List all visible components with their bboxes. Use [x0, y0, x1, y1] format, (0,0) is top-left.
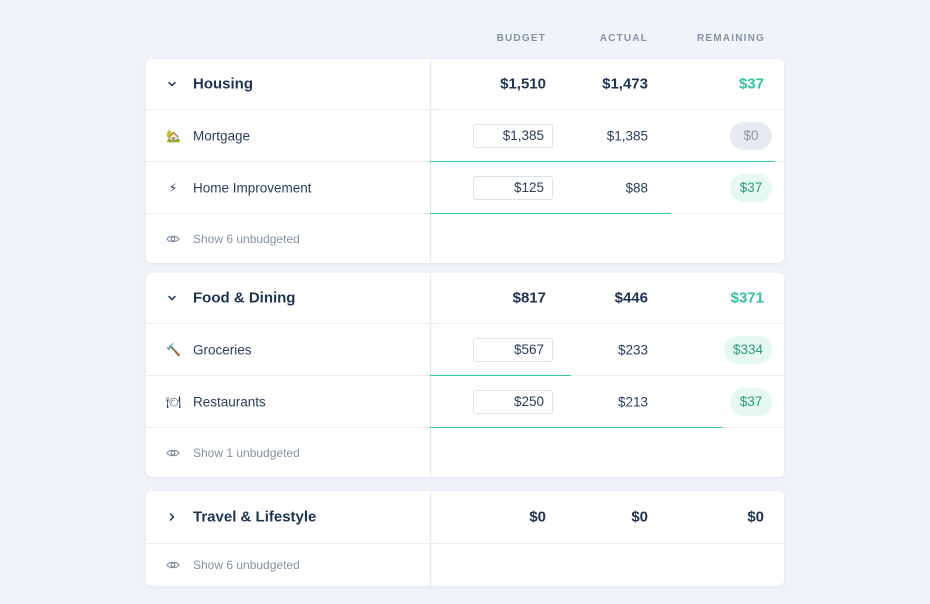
budget-input[interactable]: [473, 389, 553, 414]
show-unbudgeted-link[interactable]: Show 6 unbudgeted: [193, 558, 300, 572]
group-title: Housing: [193, 75, 253, 93]
remaining-badge: $334: [723, 335, 772, 364]
group-actual: $1,473: [602, 75, 648, 93]
plate-icon: 🍽: [166, 394, 182, 409]
column-header-remaining: REMAINING: [696, 33, 765, 44]
group-title: Food & Dining: [193, 289, 296, 307]
chevron-right-icon[interactable]: [166, 511, 178, 523]
budget-input[interactable]: [473, 337, 553, 362]
category-actual: $233: [617, 342, 648, 357]
eye-icon: [166, 446, 180, 460]
show-unbudgeted-row[interactable]: Show 6 unbudgeted: [146, 544, 784, 586]
chevron-down-icon[interactable]: [166, 78, 178, 90]
group-remaining: $371: [730, 289, 764, 307]
hammer-icon: 🔨: [166, 342, 181, 357]
category-group-food-dining: Food & Dining $817 $446 $371 🔨 Groceries…: [146, 273, 784, 477]
group-actual: $446: [614, 289, 648, 307]
group-header-row[interactable]: Housing $1,510 $1,473 $37: [146, 59, 784, 110]
column-headers: BUDGET ACTUAL REMAINING: [146, 33, 784, 45]
group-actual: $0: [631, 508, 648, 526]
show-unbudgeted-link[interactable]: Show 6 unbudgeted: [193, 232, 300, 246]
category-row[interactable]: 🔨 Groceries $233 $334: [146, 324, 784, 376]
budget-input[interactable]: [473, 123, 553, 148]
category-label: Groceries: [193, 342, 252, 357]
remaining-badge: $37: [730, 387, 772, 416]
group-budget: $817: [512, 289, 546, 307]
show-unbudgeted-row[interactable]: Show 6 unbudgeted: [146, 214, 784, 263]
category-group-housing: Housing $1,510 $1,473 $37 🏡 Mortgage $1,…: [146, 59, 784, 263]
eye-icon: [166, 232, 180, 246]
chevron-down-icon[interactable]: [166, 292, 178, 304]
category-label: Home Improvement: [193, 180, 312, 195]
show-unbudgeted-row[interactable]: Show 1 unbudgeted: [146, 428, 784, 477]
group-header-row[interactable]: Travel & Lifestyle $0 $0 $0: [146, 491, 784, 544]
column-header-budget: BUDGET: [496, 33, 546, 44]
category-row[interactable]: 🍽 Restaurants $213 $37: [146, 376, 784, 428]
house-icon: 🏡: [166, 128, 181, 143]
category-group-travel-lifestyle: Travel & Lifestyle $0 $0 $0 Show 6 unbud…: [146, 491, 784, 586]
category-row[interactable]: 🏡 Mortgage $1,385 $0: [146, 110, 784, 162]
group-remaining: $37: [738, 75, 764, 93]
category-actual: $88: [625, 180, 648, 195]
eye-icon: [166, 558, 180, 572]
group-budget: $0: [529, 508, 546, 526]
remaining-badge: $0: [730, 121, 772, 150]
lightning-icon: ⚡: [168, 180, 178, 195]
remaining-badge: $37: [730, 173, 772, 202]
category-row[interactable]: ⚡ Home Improvement $88 $37: [146, 162, 784, 214]
category-actual: $213: [617, 394, 648, 409]
group-budget: $1,510: [500, 75, 546, 93]
group-header-row[interactable]: Food & Dining $817 $446 $371: [146, 273, 784, 324]
show-unbudgeted-link[interactable]: Show 1 unbudgeted: [193, 446, 300, 460]
group-title: Travel & Lifestyle: [193, 508, 317, 526]
column-header-actual: ACTUAL: [599, 33, 648, 44]
category-actual: $1,385: [606, 128, 648, 143]
category-label: Mortgage: [193, 128, 251, 143]
category-label: Restaurants: [193, 394, 266, 409]
group-remaining: $0: [747, 508, 764, 526]
budget-input[interactable]: [473, 175, 553, 200]
